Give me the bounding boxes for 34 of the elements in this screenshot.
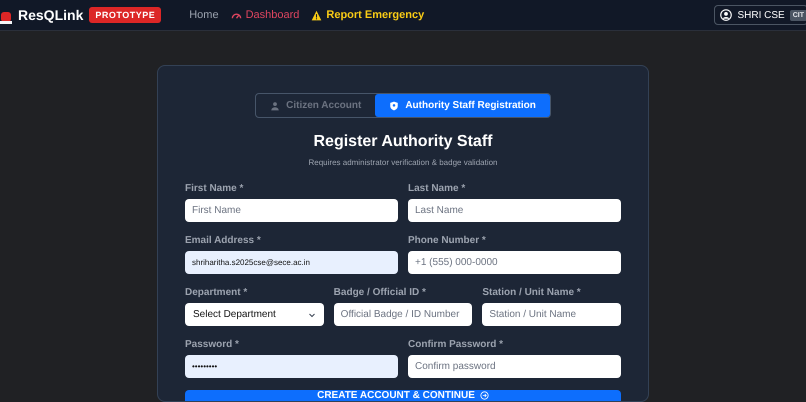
input-field[interactable]: ••••••••• <box>185 355 398 378</box>
field-label: Phone Number * <box>408 235 487 246</box>
input-field[interactable]: shriharitha.s2025cse@sece.ac.in <box>185 251 398 274</box>
input-field[interactable]: Official Badge / ID Number <box>334 303 472 326</box>
chevron-down-icon <box>308 310 316 318</box>
nav-link[interactable]: Home <box>189 9 219 21</box>
field-label: Last Name * <box>408 183 466 194</box>
input-field[interactable]: Confirm password <box>408 355 621 378</box>
input-field[interactable]: Last Name <box>408 199 621 222</box>
user-name: SHRI CSE <box>737 10 785 20</box>
input-field[interactable]: First Name <box>185 199 398 222</box>
arrow-circle-icon <box>480 391 489 400</box>
field-label: Password * <box>185 339 240 350</box>
person-icon <box>270 100 280 110</box>
user-icon <box>720 9 732 21</box>
field-label: Badge / Official ID * <box>334 287 427 298</box>
nav-link[interactable]: Dashboard <box>230 9 300 21</box>
department-select[interactable]: Select Department <box>185 303 324 326</box>
field-label: Station / Unit Name * <box>482 287 582 298</box>
form-subtitle: Requires administrator verification & badge validation <box>308 158 498 167</box>
field-label: First Name * <box>185 183 244 194</box>
nav-link[interactable]: Report Emergency <box>311 9 424 21</box>
form-title: Register Authority Staff <box>314 133 492 151</box>
submit-button[interactable]: CREATE ACCOUNT & CONTINUE <box>185 390 621 401</box>
field-label: Email Address * <box>185 235 262 246</box>
prototype-badge: PROTOTYPE <box>89 7 162 23</box>
brand-name: ResQLink <box>18 7 84 23</box>
tab[interactable]: Authority Staff Registration <box>375 94 550 117</box>
field-label: Confirm Password * <box>408 339 504 350</box>
input-field[interactable]: +1 (555) 000-0000 <box>408 251 621 274</box>
input-field[interactable]: Station / Unit Name <box>482 303 622 326</box>
warning-icon <box>311 10 322 20</box>
shield-icon <box>389 100 400 110</box>
field-label: Department * <box>185 287 248 298</box>
